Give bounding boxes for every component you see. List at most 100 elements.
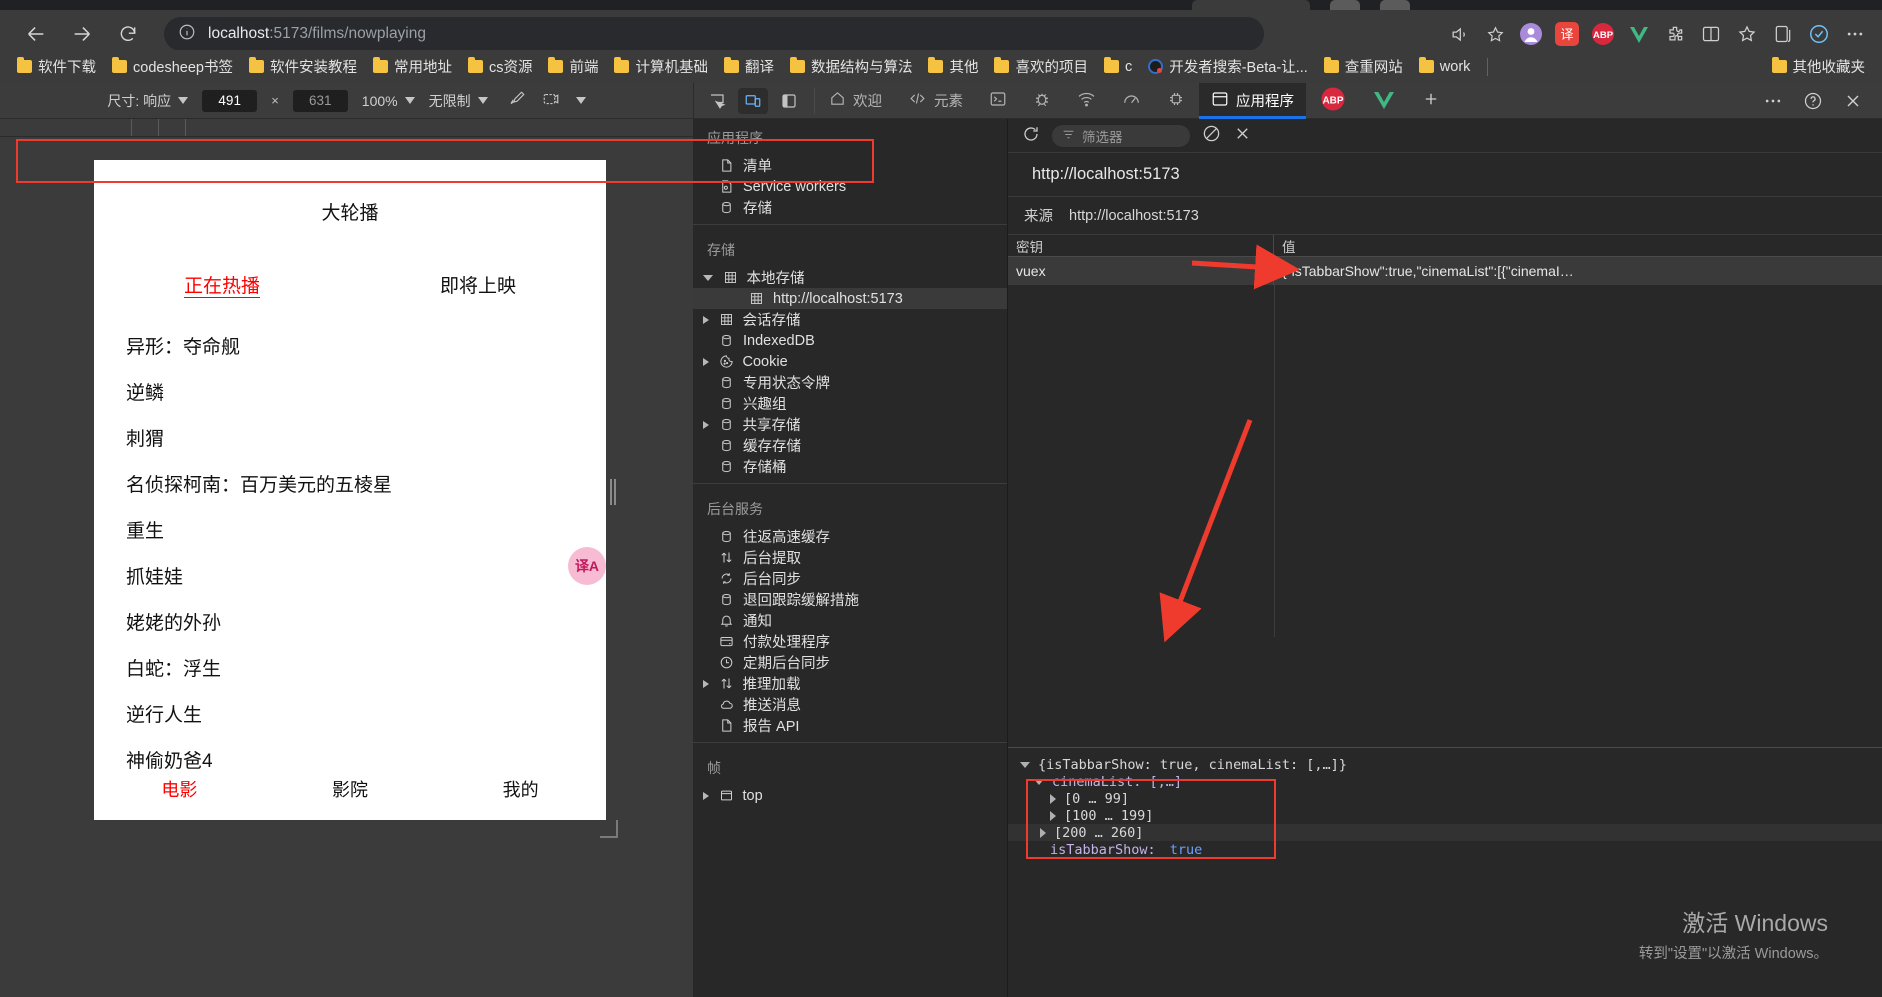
sidebar-item-notifications[interactable]: 通知 [693, 610, 1007, 631]
chevron-down-icon[interactable] [575, 97, 586, 104]
bookmark-item-other[interactable]: 其他收藏夹 [1765, 52, 1873, 81]
filter-input[interactable]: 筛选器 [1052, 124, 1190, 147]
sidebar-item-back-forward-cache[interactable]: 往返高速缓存 [693, 526, 1007, 547]
chevron-right-icon[interactable] [1050, 810, 1056, 821]
sidebar-item-reporting-api[interactable]: 报告 API [693, 715, 1007, 736]
tab-memory[interactable] [1155, 83, 1197, 119]
close-devtools-icon[interactable] [1836, 84, 1870, 118]
collections-icon[interactable] [1766, 17, 1800, 51]
help-icon[interactable] [1796, 84, 1830, 118]
site-info-icon[interactable] [178, 23, 196, 46]
device-toolbar-toggle-icon[interactable] [738, 87, 768, 114]
extension-adblock-plus[interactable]: ABP [1308, 83, 1358, 119]
favorite-star-icon[interactable] [1478, 17, 1512, 51]
sidebar-item-interest-groups[interactable]: 兴趣组 [693, 393, 1007, 414]
bookmark-item[interactable]: 计算机基础 [607, 52, 715, 81]
tab-sources[interactable] [1021, 83, 1063, 119]
preview-line[interactable]: [200 … 260] [1008, 824, 1882, 841]
chevron-right-icon[interactable] [703, 791, 709, 800]
add-panel-button[interactable] [1410, 83, 1452, 119]
tab-console[interactable] [977, 83, 1019, 119]
read-aloud-icon[interactable] [1442, 17, 1476, 51]
chevron-down-icon[interactable] [703, 274, 713, 281]
device-zoom-select[interactable]: 100% [362, 93, 415, 109]
bookmark-item[interactable]: 喜欢的项目 [987, 52, 1095, 81]
adblock-plus-icon[interactable]: ABP [1586, 17, 1620, 51]
forward-icon[interactable] [64, 16, 100, 52]
bookmark-item[interactable]: 翻译 [717, 52, 781, 81]
browser-tab[interactable] [1330, 0, 1360, 10]
chevron-right-icon[interactable] [1050, 793, 1056, 804]
tab-elements[interactable]: 元素 [896, 83, 975, 119]
profile-avatar-icon[interactable] [1514, 17, 1548, 51]
sidebar-item-speculative-loads[interactable]: 推理加载 [693, 673, 1007, 694]
chevron-down-icon[interactable] [1020, 761, 1030, 768]
tab-application[interactable]: 应用程序 [1199, 82, 1306, 119]
chevron-down-icon[interactable] [1034, 778, 1044, 785]
sidebar-item-push-messaging[interactable]: 推送消息 [693, 694, 1007, 715]
split-screen-icon[interactable] [1694, 17, 1728, 51]
sidebar-item-background-sync[interactable]: 后台同步 [693, 568, 1007, 589]
browser-tab-strip[interactable] [0, 0, 1882, 10]
bookmark-item[interactable]: c [1097, 55, 1139, 79]
sidebar-item-frame-top[interactable]: top [693, 785, 1007, 806]
list-item[interactable]: 名侦探柯南：百万美元的五棱星 [94, 460, 606, 506]
preview-line[interactable]: {isTabbarShow: true, cinemaList: [,…]} [1018, 756, 1882, 773]
bookmark-item[interactable]: 其他 [921, 52, 985, 81]
sidebar-item-periodic-background-sync[interactable]: 定期后台同步 [693, 652, 1007, 673]
bookmark-item[interactable]: work [1412, 55, 1478, 79]
chevron-right-icon[interactable] [703, 679, 709, 688]
list-item[interactable]: 逆鳞 [94, 368, 606, 414]
chevron-right-icon[interactable] [703, 420, 709, 429]
bookmark-item[interactable]: 软件安装教程 [242, 52, 364, 81]
address-bar[interactable]: localhost:5173/films/nowplaying [164, 17, 1264, 51]
sidebar-item-private-state-tokens[interactable]: 专用状态令牌 [693, 372, 1007, 393]
sidebar-item-session-storage[interactable]: 会话存储 [693, 309, 1007, 330]
settings-more-icon[interactable] [1838, 17, 1872, 51]
bookmark-item[interactable]: 查重网站 [1317, 52, 1410, 81]
bookmark-item[interactable]: 前端 [541, 52, 605, 81]
column-header-value[interactable]: 值 [1274, 235, 1882, 256]
device-height-input[interactable]: 631 [292, 89, 348, 112]
sidebar-item-cache-storage[interactable]: 缓存存储 [693, 435, 1007, 456]
tabbar-item-mine[interactable]: 我的 [435, 776, 606, 802]
browser-tab[interactable] [1380, 0, 1410, 10]
sidebar-item-background-fetch[interactable]: 后台提取 [693, 547, 1007, 568]
list-item[interactable]: 刺猬 [94, 414, 606, 460]
preview-line[interactable]: isTabbarShow: true [1018, 841, 1882, 858]
list-item[interactable]: 抓娃娃 [94, 552, 606, 598]
more-options-icon[interactable] [1756, 84, 1790, 118]
extension-vue-devtools[interactable] [1360, 83, 1408, 119]
list-item[interactable]: 异形：夺命舰 [94, 322, 606, 368]
browser-essentials-icon[interactable] [1802, 17, 1836, 51]
bookmark-item[interactable]: 软件下载 [10, 52, 103, 81]
viewport-corner-handle[interactable] [600, 820, 618, 838]
vue-devtools-icon[interactable] [1622, 17, 1656, 51]
page-tab-comingsoon[interactable]: 即将上映 [350, 271, 606, 298]
bookmark-item[interactable]: 开发者搜索-Beta-让... [1141, 52, 1315, 81]
extension-puzzle-icon[interactable] [1658, 17, 1692, 51]
preview-line[interactable]: [0 … 99] [1018, 790, 1882, 807]
cell-value[interactable]: {"isTabbarShow":true,"cinemaList":[{"cin… [1274, 257, 1882, 285]
bookmark-item[interactable]: cs资源 [461, 52, 540, 81]
chevron-right-icon[interactable] [1040, 827, 1046, 838]
refresh-icon[interactable] [1022, 125, 1040, 147]
chevron-right-icon[interactable] [703, 315, 709, 324]
tab-network[interactable] [1065, 83, 1108, 119]
delete-selected-icon[interactable] [1233, 124, 1252, 147]
sidebar-item-manifest[interactable]: 清单 [693, 155, 1007, 176]
reload-icon[interactable] [110, 16, 146, 52]
page-tab-nowplaying[interactable]: 正在热播 [94, 271, 350, 298]
dock-side-icon[interactable] [774, 88, 804, 114]
sidebar-item-storage-overview[interactable]: 存储 [693, 197, 1007, 218]
sidebar-item-payment-handler[interactable]: 付款处理程序 [693, 631, 1007, 652]
list-item[interactable]: 姥姥的外孙 [94, 598, 606, 644]
bookmarks-overflow[interactable]: 其他收藏夹 [1765, 52, 1882, 81]
tab-welcome[interactable]: 欢迎 [817, 83, 894, 119]
bookmark-item[interactable]: codesheep书签 [105, 52, 240, 81]
sidebar-item-bounce-tracking-mitigations[interactable]: 退回跟踪缓解措施 [693, 589, 1007, 610]
browser-tab[interactable] [1192, 0, 1310, 10]
sidebar-item-storage-buckets[interactable]: 存储桶 [693, 456, 1007, 477]
tab-performance[interactable] [1110, 83, 1153, 119]
inspect-element-icon[interactable] [702, 88, 732, 114]
